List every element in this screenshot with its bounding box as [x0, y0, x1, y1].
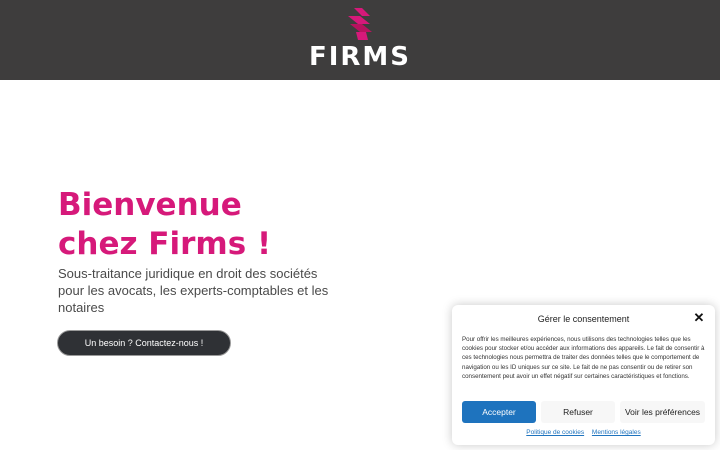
hero-title-line-2: chez Firms !: [58, 226, 272, 262]
cookie-consent-dialog: Gérer le consentement ✕ Pour offrir les …: [452, 305, 715, 445]
consent-title: Gérer le consentement: [537, 314, 630, 324]
legal-notice-link[interactable]: Mentions légales: [592, 429, 641, 436]
accept-button[interactable]: Accepter: [462, 401, 536, 423]
firms-logo[interactable]: FIRMS: [300, 4, 420, 76]
consent-description: Pour offrir les meilleures expériences, …: [462, 336, 705, 380]
hero-title-line-1: Bienvenue: [58, 187, 242, 223]
contact-cta-button[interactable]: Un besoin ? Contactez-nous !: [57, 330, 231, 356]
logo-wordmark: FIRMS: [308, 42, 412, 72]
view-preferences-button[interactable]: Voir les préférences: [620, 401, 705, 423]
hero-title: Bienvenue chez Firms !: [58, 186, 378, 264]
cookie-policy-link[interactable]: Politique de cookies: [526, 429, 584, 436]
close-icon[interactable]: ✕: [692, 311, 706, 325]
hero-subtitle: Sous-traitance juridique en droit des so…: [58, 266, 329, 315]
firms-logo-mark-icon: [348, 8, 372, 40]
refuse-button[interactable]: Refuser: [541, 401, 615, 423]
consent-links: Politique de cookies Mentions légales: [452, 429, 715, 436]
site-header: FIRMS: [0, 0, 720, 80]
